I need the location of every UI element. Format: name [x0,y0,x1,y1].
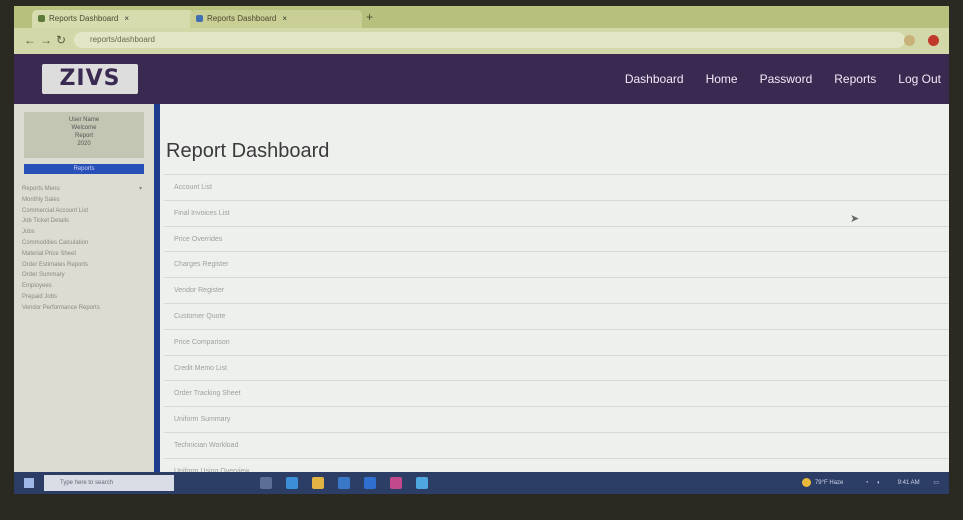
page-title: Report Dashboard [166,140,330,162]
weather-icon [801,477,811,487]
nav-home[interactable]: Home [706,72,738,86]
sidebar-menu: Reports Menu ▾ Monthly Sales Commercial A… [22,184,152,314]
extension-icon[interactable] [904,35,915,46]
top-navigation: Dashboard Home Password Reports Log Out [603,54,941,104]
clock[interactable]: 9:41 AM [898,480,920,486]
sidebar-active-item[interactable]: Reports [24,164,144,174]
report-link[interactable]: Vendor Register [164,277,949,303]
sidebar-item[interactable]: Job Ticket Details [22,216,152,227]
browser-toolbar: ← → ↻ reports/dashboard [14,28,949,54]
report-link[interactable]: Price Overrides [164,225,949,252]
report-link[interactable]: Charges Register [164,251,949,277]
new-tab-icon[interactable]: + [366,10,373,24]
edge-browser-icon[interactable] [286,477,298,489]
close-icon[interactable]: × [282,14,287,23]
browser-tab[interactable]: Reports Dashboard × [32,10,194,28]
system-tray: 79°F Haze ◔ ◖ 9:41 AM ▭ [801,472,939,494]
chrome-icon[interactable] [416,477,428,489]
taskbar: Type here to search 79°F Haze ◔ ◖ 9:41 A… [14,472,949,494]
app-icon[interactable] [390,477,402,489]
file-explorer-icon[interactable] [312,477,324,489]
app-header: ZIVS Dashboard Home Password Reports Log… [14,54,949,104]
monitor-screen: Reports Dashboard × Reports Dashboard × + … [14,6,949,494]
report-link[interactable]: Price Comparison [164,328,949,355]
sidebar-item[interactable]: Monthly Sales [22,195,152,206]
tab-title: Reports Dashboard [207,14,277,23]
report-link[interactable]: Final Invoices List [164,199,949,226]
sidebar: User Name Welcome Report 2020 Reports Re… [14,104,154,472]
page-favicon-icon [196,15,203,23]
user-info-line: Welcome [71,125,97,131]
nav-logout[interactable]: Log Out [898,72,941,86]
sidebar-item[interactable]: Commodities Calculation [22,238,152,249]
nav-reports[interactable]: Reports [834,72,876,86]
report-link[interactable]: Technician Workload [164,431,949,458]
volume-icon[interactable]: ◖ [876,480,880,486]
user-info-line: Report [74,133,93,139]
sidebar-item[interactable]: Prepaid Jobs [22,292,152,303]
weather-text[interactable]: 79°F Haze [815,480,843,486]
sidebar-item[interactable]: Material Price Sheet [22,249,152,260]
report-link[interactable]: Customer Quote [164,302,949,329]
network-icon[interactable]: ◔ [865,480,869,486]
nav-dashboard[interactable]: Dashboard [625,72,684,86]
sidebar-item[interactable]: Commercial Account List [22,206,152,217]
report-link[interactable]: Account List [164,174,949,200]
notification-icon[interactable]: ▭ [933,480,939,486]
chevron-down-icon: ▾ [138,186,142,192]
task-view-icon[interactable] [260,477,272,489]
user-info-line: User Name [68,117,100,123]
app-logo[interactable]: ZIVS [42,64,138,94]
page-favicon-icon [38,15,45,23]
report-link[interactable]: Order Tracking Sheet [164,380,949,406]
sidebar-item[interactable]: Order Estimates Reports [22,260,152,271]
forward-icon[interactable]: → [40,33,52,47]
sidebar-item[interactable]: Reports Menu ▾ [22,184,152,195]
back-icon[interactable]: ← [24,33,36,47]
browser-tab[interactable]: Reports Dashboard × [190,10,362,28]
report-list: Account List Final Invoices List Price O… [164,174,949,484]
sidebar-item[interactable]: Jobs [22,227,152,238]
report-link[interactable]: Credit Memo List [164,354,949,381]
user-info-box: User Name Welcome Report 2020 [24,112,144,158]
taskbar-search-input[interactable]: Type here to search [44,475,174,491]
reload-icon[interactable]: ↻ [56,33,66,47]
tab-title: Reports Dashboard [49,14,119,23]
browser-tabstrip: Reports Dashboard × Reports Dashboard × + [14,6,949,28]
sidebar-item[interactable]: Employees [22,281,152,292]
nav-password[interactable]: Password [760,72,813,86]
report-link[interactable]: Uniform Summary [164,406,949,432]
sidebar-item[interactable]: Order Summary [22,270,152,281]
sidebar-item[interactable]: Vendor Performance Reports [22,303,152,314]
profile-icon[interactable] [928,35,939,46]
address-bar[interactable]: reports/dashboard [74,32,905,48]
mouse-pointer-icon: ➤ [850,213,860,225]
main-content: Report Dashboard Account List Final Invo… [160,104,949,475]
close-icon[interactable]: × [124,14,129,23]
store-icon[interactable] [338,477,350,489]
mail-icon[interactable] [364,477,376,489]
user-info-line: 2020 [77,141,91,147]
windows-start-icon[interactable] [24,478,34,488]
